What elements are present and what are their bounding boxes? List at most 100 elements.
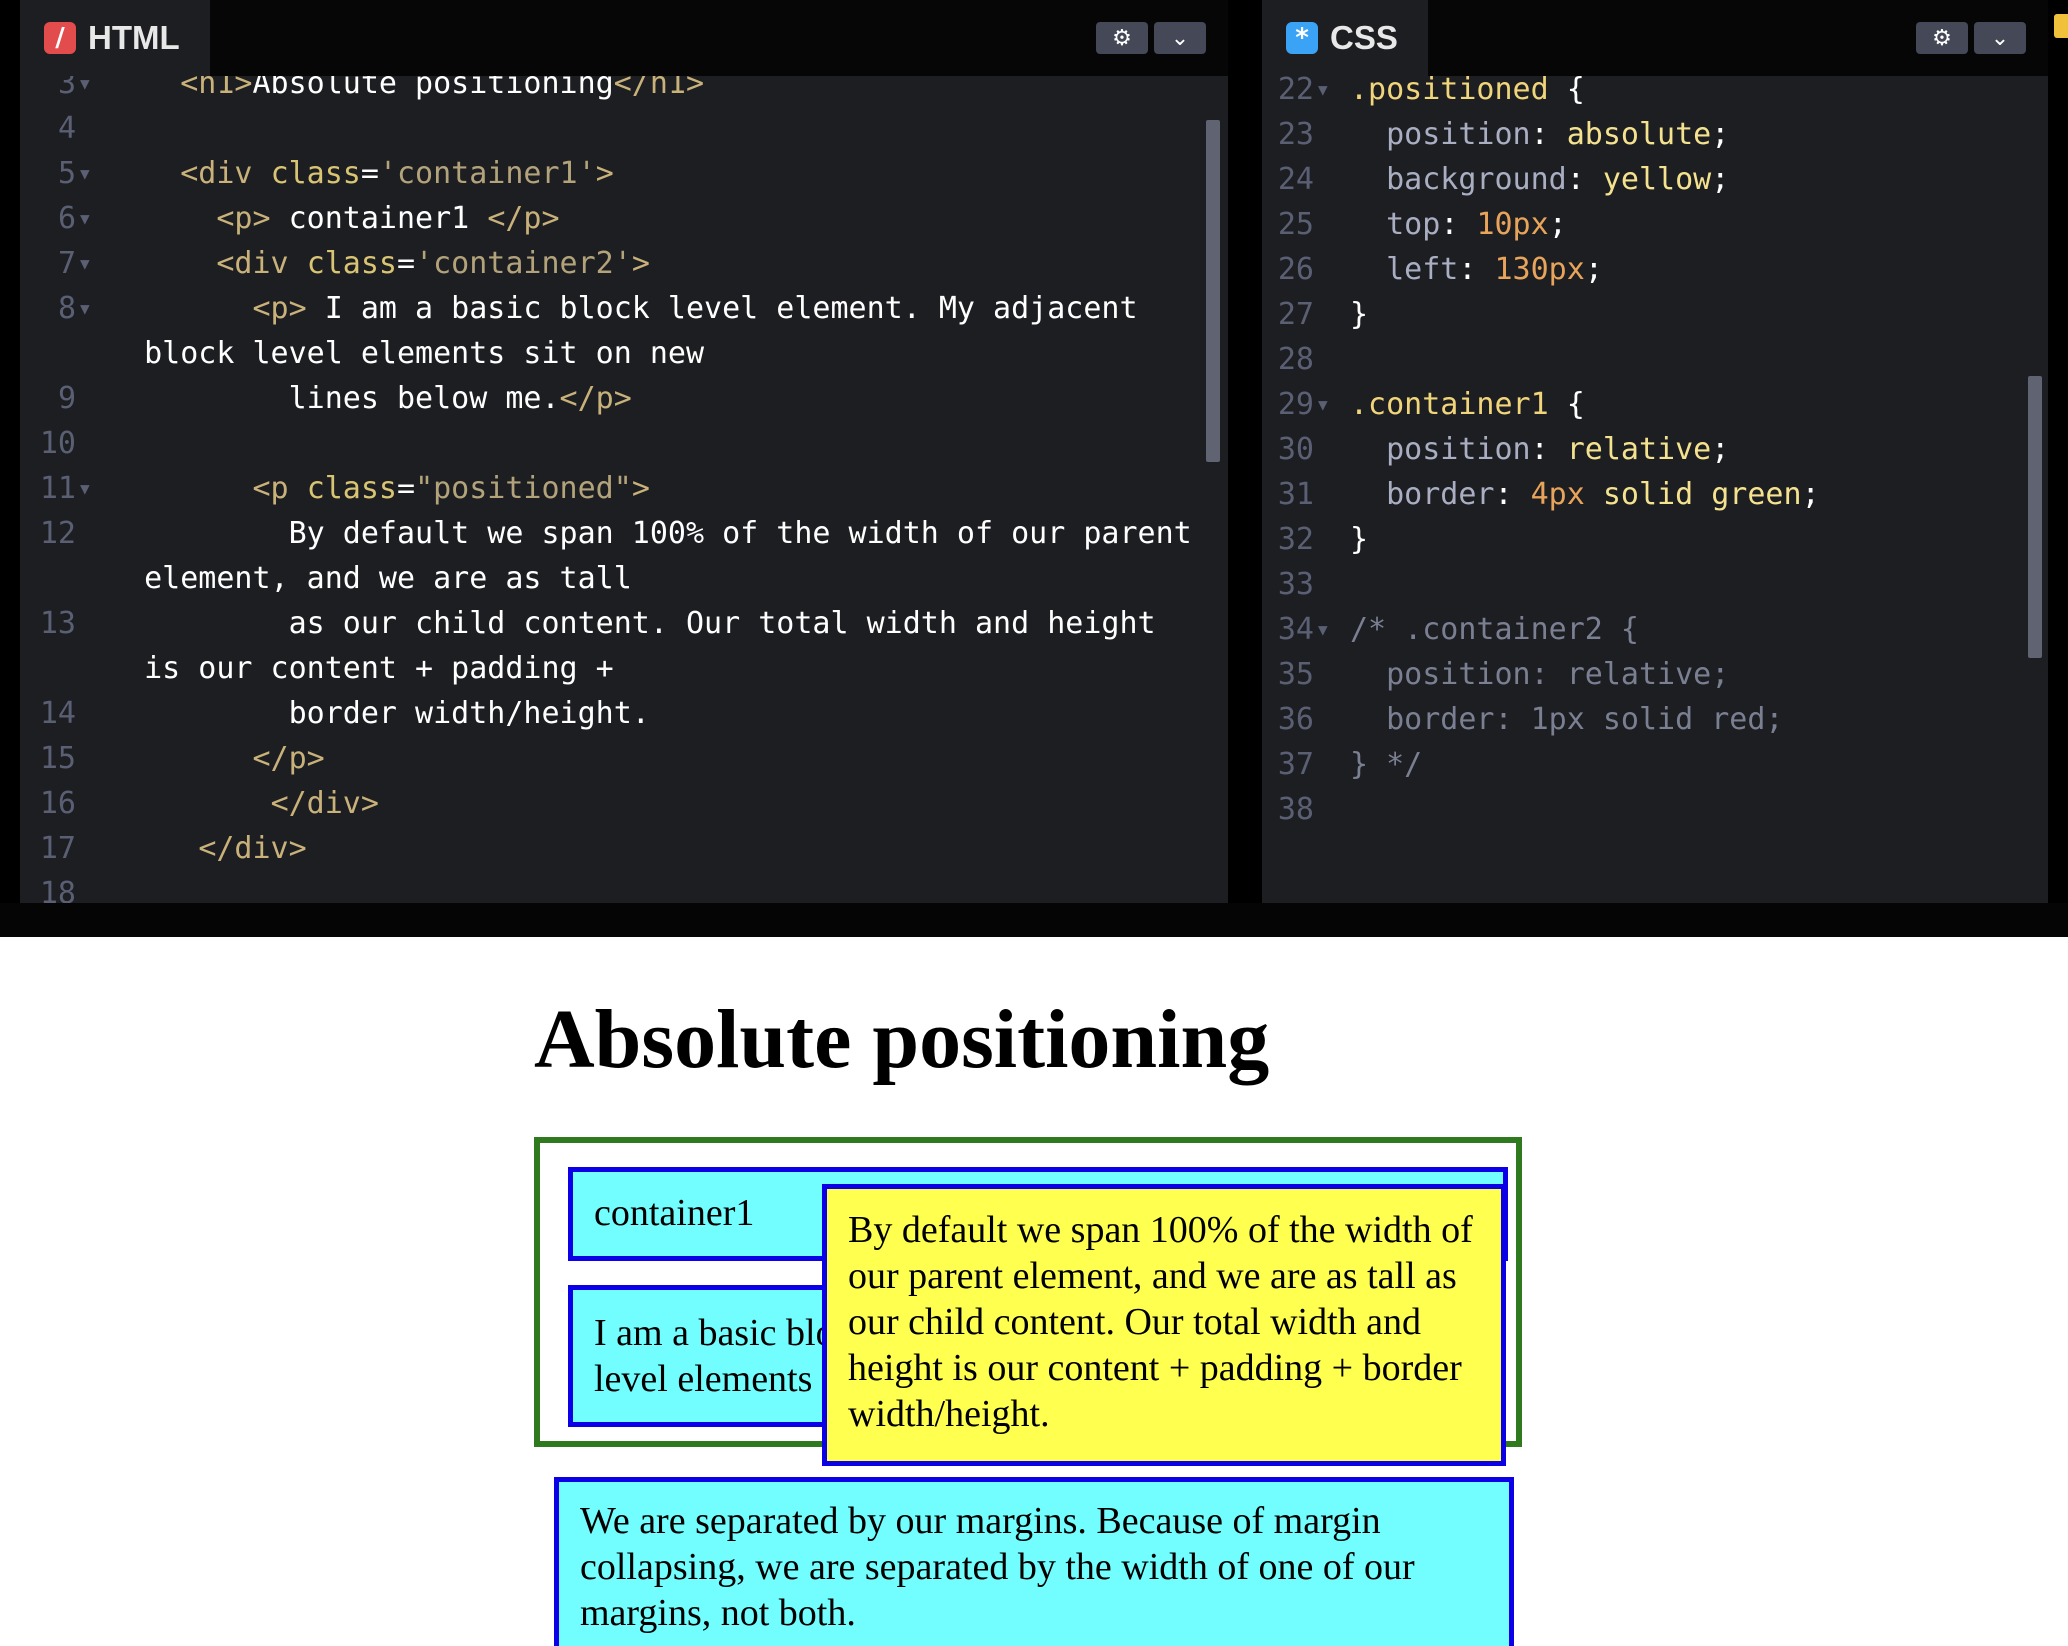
code-line[interactable]: 6 ▼ <p> container1 </p> (20, 196, 1228, 241)
line-number: 35 (1277, 657, 1314, 692)
code-line[interactable]: 24 background: yellow; (1262, 157, 2048, 202)
code-line[interactable]: 30 position: relative; (1262, 427, 2048, 472)
code-line[interactable]: 26 left: 130px; (1262, 247, 2048, 292)
code-line[interactable]: 23 position: absolute; (1262, 112, 2048, 157)
line-number: 18 (39, 876, 76, 903)
code-line[interactable]: 28 (1262, 337, 2048, 382)
code-line[interactable]: 29 ▼ .container1 { (1262, 382, 2048, 427)
code-line[interactable]: 7 ▼ <div class='container2'> (20, 241, 1228, 286)
code-line[interactable]: 38 (1262, 787, 2048, 832)
fold-arrow-icon[interactable]: ▼ (1318, 382, 1328, 427)
code-line[interactable]: 22 ▼ .positioned { (1262, 76, 2048, 112)
code-line[interactable]: 32} (1262, 517, 2048, 562)
line-number: 31 (1277, 477, 1314, 512)
css-settings-button[interactable]: ⚙ (1916, 22, 1968, 54)
html-scrollbar[interactable] (1206, 120, 1220, 462)
css-collapse-button[interactable]: ⌄ (1974, 22, 2026, 54)
code-text: </div> (270, 786, 379, 821)
css-scrollbar[interactable] (2028, 376, 2042, 658)
code-line[interactable]: 13 as our child content. Our total width… (20, 601, 1228, 646)
code-line[interactable]: 36 border: 1px solid red; (1262, 697, 2048, 742)
code-text: By default we span 100% of the width of … (108, 516, 1192, 551)
line-number: 7 (57, 246, 76, 281)
code-line[interactable]: 12 By default we span 100% of the width … (20, 511, 1228, 556)
code-line[interactable]: 15 </p> (20, 736, 1228, 781)
code-text: border width/height. (108, 696, 650, 731)
code-text: </div> (198, 831, 307, 866)
fold-arrow-icon[interactable]: ▼ (80, 286, 90, 331)
css-panel-header: * CSS ⚙ ⌄ (1262, 0, 2048, 76)
code-line[interactable]: 25 top: 10px; (1262, 202, 2048, 247)
code-line[interactable]: 37} */ (1262, 742, 2048, 787)
line-number: 16 (39, 786, 76, 821)
code-line[interactable]: is our content + padding + (20, 646, 1228, 691)
code-line[interactable]: 11 ▼ <p class="positioned"> (20, 466, 1228, 511)
line-number: 32 (1277, 522, 1314, 557)
line-number: 34 (1277, 612, 1314, 647)
line-number: 30 (1277, 432, 1314, 467)
code-line[interactable]: 8 ▼ <p> I am a basic block level element.… (20, 286, 1228, 331)
fold-arrow-icon[interactable]: ▼ (80, 241, 90, 286)
code-line[interactable]: 31 border: 4px solid green; (1262, 472, 2048, 517)
code-text: } (1350, 297, 1369, 332)
line-number: 24 (1277, 162, 1314, 197)
fold-arrow-icon[interactable]: ▼ (80, 466, 90, 511)
positioned-paragraph: By default we span 100% of the width of … (822, 1184, 1506, 1466)
code-line[interactable]: 18 (20, 871, 1228, 903)
html-code-editor[interactable]: 3 ▼ <h1>Absolute positioning</h1> 4 5 ▼ <div… (20, 76, 1228, 903)
line-number: 9 (57, 381, 76, 416)
line-number: 36 (1277, 702, 1314, 737)
line-number: 14 (39, 696, 76, 731)
line-number: 29 (1277, 387, 1314, 422)
line-number: 3 (57, 76, 76, 101)
line-number: 12 (39, 516, 76, 551)
code-line[interactable]: 35 position: relative; (1262, 652, 2048, 697)
line-number: 22 (1277, 76, 1314, 107)
chevron-down-icon: ⌄ (1170, 25, 1190, 51)
code-line[interactable]: 34 ▼ /* .container2 { (1262, 607, 2048, 652)
html-tab[interactable]: / HTML (20, 0, 210, 76)
code-text: <div class='container1'> (180, 156, 614, 191)
editor-area: / HTML ⚙ ⌄ 3 ▼ <h1>Absolute positioning</… (0, 0, 2068, 937)
editor-resize-bar[interactable] (0, 903, 2068, 937)
code-line[interactable]: 33 (1262, 562, 2048, 607)
line-number: 26 (1277, 252, 1314, 287)
code-text: left: 130px; (1386, 252, 1603, 287)
line-number: 33 (1277, 567, 1314, 602)
fold-arrow-icon[interactable]: ▼ (80, 76, 90, 106)
line-number: 6 (57, 201, 76, 236)
fold-arrow-icon[interactable]: ▼ (80, 196, 90, 241)
css-tab[interactable]: * CSS (1262, 0, 1428, 76)
gear-icon: ⚙ (1112, 25, 1132, 51)
css-code-editor[interactable]: 22 ▼ .positioned {23 position: absolute; 24… (1262, 76, 2048, 903)
code-text: .container1 { (1350, 387, 1585, 422)
code-text: top: 10px; (1386, 207, 1567, 242)
code-text: <p class="positioned"> (252, 471, 650, 506)
js-panel-badge[interactable] (2054, 14, 2068, 38)
code-text: <p> I am a basic block level element. My… (252, 291, 1138, 326)
code-text: as our child content. Our total width an… (108, 606, 1156, 641)
code-line[interactable]: block level elements sit on new (20, 331, 1228, 376)
fold-arrow-icon[interactable]: ▼ (1318, 607, 1328, 652)
html-settings-button[interactable]: ⚙ (1096, 22, 1148, 54)
line-number: 27 (1277, 297, 1314, 332)
line-number: 10 (39, 426, 76, 461)
code-line[interactable]: 4 (20, 106, 1228, 151)
css-tab-label: CSS (1330, 19, 1398, 56)
code-line[interactable]: 10 (20, 421, 1228, 466)
line-number: 17 (39, 831, 76, 866)
html-collapse-button[interactable]: ⌄ (1154, 22, 1206, 54)
code-line[interactable]: 17 </div> (20, 826, 1228, 871)
code-line[interactable]: element, and we are as tall (20, 556, 1228, 601)
page-title: Absolute positioning (534, 993, 1270, 1086)
code-line[interactable]: 9 lines below me.</p> (20, 376, 1228, 421)
code-line[interactable]: 16 </div> (20, 781, 1228, 826)
code-line[interactable]: 27} (1262, 292, 2048, 337)
code-line[interactable]: 3 ▼ <h1>Absolute positioning</h1> (20, 76, 1228, 106)
code-line[interactable]: 14 border width/height. (20, 691, 1228, 736)
fold-arrow-icon[interactable]: ▼ (1318, 76, 1328, 112)
code-line[interactable]: 5 ▼ <div class='container1'> (20, 151, 1228, 196)
chevron-down-icon: ⌄ (1990, 25, 2010, 51)
fold-arrow-icon[interactable]: ▼ (80, 151, 90, 196)
line-number: 13 (39, 606, 76, 641)
